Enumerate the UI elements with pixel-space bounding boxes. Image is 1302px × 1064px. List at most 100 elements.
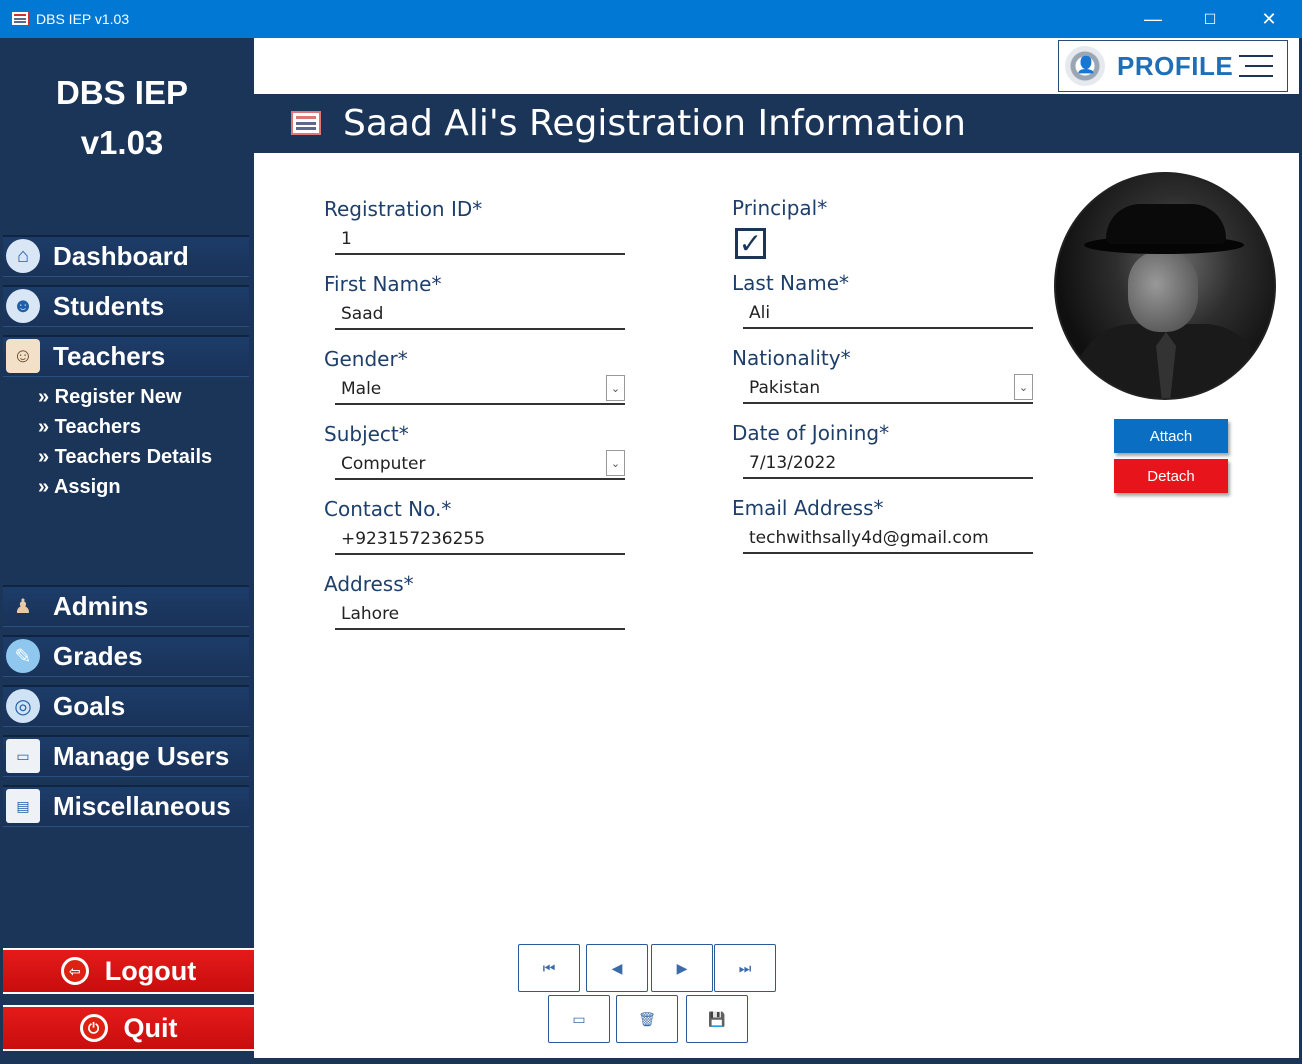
sidebar: DBS IEP v1.03 ⌂ Dashboard ☻ Students ☺ T…: [0, 38, 254, 1064]
menu-icon[interactable]: [1239, 55, 1273, 79]
save-icon: 💾: [708, 1010, 726, 1027]
grades-icon: ✎: [6, 639, 40, 673]
power-icon: ⏻: [79, 1014, 108, 1042]
next-icon: ▶: [676, 959, 688, 976]
nav-dashboard[interactable]: ⌂ Dashboard: [3, 235, 249, 277]
save-record-button[interactable]: 💾: [686, 995, 748, 1043]
subject-select[interactable]: Computer ⌄: [335, 450, 625, 480]
nav-grades-label: Grades: [53, 640, 143, 671]
main-panel: PROFILE Saad Ali's Registration Informat…: [254, 38, 1299, 1058]
nav-students-label: Students: [53, 290, 165, 321]
last-record-button[interactable]: ⏭: [714, 944, 776, 992]
submenu-register-new[interactable]: » Register New: [38, 386, 181, 409]
principal-checkbox[interactable]: ✓: [735, 228, 766, 259]
address-value: Lahore: [341, 604, 400, 624]
email-field[interactable]: techwithsally4d@gmail.com: [743, 524, 1033, 554]
contact-field[interactable]: +923157236255: [335, 525, 625, 555]
misc-icon: ▤: [6, 789, 40, 823]
gender-value: Male: [341, 379, 382, 399]
detach-button[interactable]: Detach: [1114, 459, 1228, 493]
last-name-label: Last Name*: [732, 271, 850, 295]
chevron-down-icon[interactable]: ⌄: [606, 375, 625, 401]
admin-icon: ♟: [14, 595, 32, 618]
submenu-assign[interactable]: » Assign: [38, 476, 121, 499]
nav-manage-users[interactable]: ▭ Manage Users: [3, 735, 249, 777]
nationality-select[interactable]: Pakistan ⌄: [743, 374, 1033, 404]
skip-first-icon: ⏮: [542, 959, 556, 976]
nav-dashboard-label: Dashboard: [53, 240, 189, 271]
chevron-down-icon[interactable]: ⌄: [1014, 374, 1033, 400]
profile-photo: [1054, 172, 1276, 400]
nationality-label: Nationality*: [732, 346, 851, 370]
new-record-button[interactable]: ▭: [548, 995, 610, 1043]
window-title: DBS IEP v1.03: [36, 11, 130, 27]
first-name-field[interactable]: Saad: [335, 300, 625, 330]
new-record-icon: ▭: [572, 1010, 586, 1027]
close-button[interactable]: ✕: [1240, 0, 1298, 38]
quit-button[interactable]: ⏻ Quit: [3, 1005, 254, 1051]
teacher-icon: ☺: [6, 339, 40, 373]
attach-button[interactable]: Attach: [1114, 419, 1228, 453]
nav-miscellaneous[interactable]: ▤ Miscellaneous: [3, 785, 249, 827]
last-name-field[interactable]: Ali: [743, 299, 1033, 329]
page-title: Saad Ali's Registration Information: [343, 103, 966, 144]
date-of-joining-field[interactable]: 7/13/2022: [743, 449, 1033, 479]
registration-id-label: Registration ID*: [324, 197, 483, 221]
first-name-label: First Name*: [324, 272, 442, 296]
email-label: Email Address*: [732, 496, 884, 520]
contact-value: +923157236255: [341, 529, 486, 549]
skip-last-icon: ⏭: [738, 959, 752, 976]
contact-label: Contact No.*: [324, 497, 452, 521]
target-icon: ◎: [6, 689, 40, 723]
form-icon: [291, 111, 321, 135]
profile-label: PROFILE: [1117, 50, 1234, 81]
nav-students[interactable]: ☻ Students: [3, 285, 249, 327]
gender-label: Gender*: [324, 347, 408, 371]
date-of-joining-value: 7/13/2022: [749, 453, 837, 473]
nav-admins-label: Admins: [53, 590, 149, 621]
first-name-value: Saad: [341, 304, 384, 324]
address-label: Address*: [324, 572, 414, 596]
subject-value: Computer: [341, 454, 426, 474]
maximize-button[interactable]: ☐: [1181, 0, 1239, 38]
chevron-down-icon[interactable]: ⌄: [606, 450, 625, 476]
submenu-teachers[interactable]: » Teachers: [38, 416, 141, 439]
app-brand: DBS IEP v1.03: [0, 68, 244, 168]
nav-teachers[interactable]: ☺ Teachers: [3, 335, 249, 377]
last-name-value: Ali: [749, 303, 771, 323]
nav-miscellaneous-label: Miscellaneous: [53, 790, 231, 821]
principal-label: Principal*: [732, 196, 828, 220]
next-record-button[interactable]: ▶: [651, 944, 713, 992]
gender-select[interactable]: Male ⌄: [335, 375, 625, 405]
logout-icon: ⇦: [60, 957, 89, 985]
nav-admins[interactable]: ♟ Admins: [3, 585, 249, 627]
title-bar: DBS IEP v1.03 — ☐ ✕: [0, 0, 1302, 38]
address-field[interactable]: Lahore: [335, 600, 625, 630]
submenu-teachers-details[interactable]: » Teachers Details: [38, 446, 212, 469]
logout-button[interactable]: ⇦ Logout: [3, 948, 254, 994]
app-icon: [11, 11, 29, 26]
user-avatar-icon: [1065, 46, 1105, 86]
delete-record-button[interactable]: 🗑: [616, 995, 678, 1043]
logout-label: Logout: [104, 955, 197, 986]
trash-icon: 🗑: [638, 1010, 656, 1027]
email-value: techwithsally4d@gmail.com: [749, 528, 989, 548]
nav-goals[interactable]: ◎ Goals: [3, 685, 249, 727]
date-of-joining-label: Date of Joining*: [732, 421, 890, 445]
students-icon: ☻: [6, 289, 40, 323]
nav-goals-label: Goals: [53, 690, 126, 721]
monitor-users-icon: ▭: [6, 739, 40, 773]
nationality-value: Pakistan: [749, 378, 821, 398]
nav-grades[interactable]: ✎ Grades: [3, 635, 249, 677]
minimize-button[interactable]: —: [1124, 0, 1182, 38]
quit-label: Quit: [123, 1012, 178, 1043]
window-border-bottom: [254, 1058, 1302, 1064]
previous-record-button[interactable]: ◀: [586, 944, 648, 992]
home-icon: ⌂: [6, 239, 40, 273]
registration-id-value: 1: [341, 229, 352, 249]
first-record-button[interactable]: ⏮: [518, 944, 580, 992]
profile-button[interactable]: PROFILE: [1058, 40, 1288, 92]
brand-version: v1.03: [80, 124, 164, 161]
subject-label: Subject*: [324, 422, 409, 446]
registration-id-field[interactable]: 1: [335, 225, 625, 255]
